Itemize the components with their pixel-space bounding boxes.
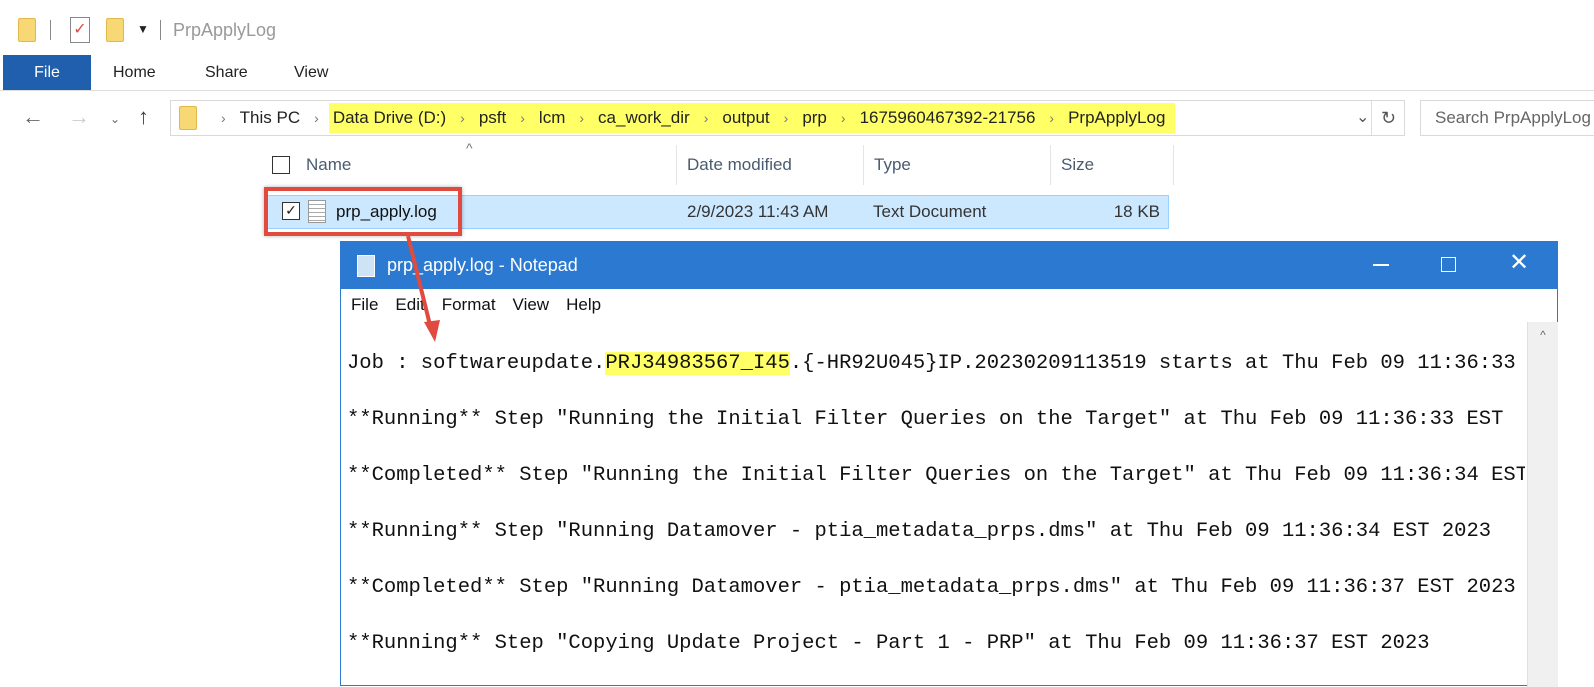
notepad-menu-bar: File Edit Format View Help — [341, 289, 1557, 321]
divider — [160, 20, 161, 40]
file-size: 18 KB — [1113, 202, 1160, 221]
refresh-icon[interactable]: ↻ — [1371, 101, 1405, 135]
menu-help[interactable]: Help — [566, 295, 601, 315]
window-title: PrpApplyLog — [173, 20, 277, 40]
scroll-up-icon[interactable]: ^ — [1528, 322, 1558, 342]
vertical-scrollbar[interactable]: ^ — [1527, 322, 1558, 687]
crumb-data-drive[interactable]: Data Drive (D:) — [329, 108, 450, 128]
search-input[interactable]: Search PrpApplyLog — [1420, 100, 1594, 136]
log-line: **Completed** Step "Running Datamover - … — [347, 576, 1516, 599]
crumb-ca-work-dir[interactable]: ca_work_dir — [594, 108, 694, 128]
divider — [0, 90, 1594, 91]
highlighted-job-id: PRJ34983567_I45 — [605, 352, 790, 375]
file-type: Text Document — [873, 202, 987, 221]
recent-locations-button[interactable]: ⌄ — [110, 112, 120, 126]
crumb-psft[interactable]: psft — [475, 108, 510, 128]
close-button[interactable]: ✕ — [1509, 248, 1529, 277]
crumb-prpapplylog[interactable]: PrpApplyLog — [1064, 108, 1169, 128]
crumb-lcm[interactable]: lcm — [535, 108, 569, 128]
properties-icon[interactable]: ✓ — [70, 17, 90, 43]
crumb-output[interactable]: output — [718, 108, 773, 128]
select-all-checkbox[interactable] — [272, 156, 290, 174]
up-button[interactable]: ↑ — [138, 104, 149, 130]
column-size[interactable]: Size — [1050, 145, 1174, 185]
divider — [50, 20, 51, 40]
crumb-build-id[interactable]: 1675960467392-21756 — [856, 108, 1040, 128]
minimize-button[interactable] — [1373, 264, 1389, 266]
annotation-highlight-box — [264, 187, 462, 236]
tab-share[interactable]: Share — [205, 55, 248, 91]
notepad-window: prp_apply.log - Notepad ✕ File Edit Form… — [340, 241, 1558, 687]
new-folder-icon[interactable] — [106, 18, 124, 42]
file-date: 2/9/2023 11:43 AM — [687, 202, 829, 221]
notepad-text-area[interactable]: Job : softwareupdate.PRJ34983567_I45.{-H… — [347, 322, 1525, 687]
forward-button[interactable]: → — [68, 104, 90, 130]
menu-edit[interactable]: Edit — [395, 295, 424, 315]
column-name[interactable]: Name — [296, 145, 676, 185]
chevron-down-icon[interactable]: ⌄ — [1356, 107, 1369, 127]
maximize-button[interactable] — [1441, 257, 1456, 272]
log-line: **Running** Step "Copying Update Project… — [347, 632, 1430, 655]
tab-file[interactable]: File — [3, 55, 91, 91]
crumb-this-pc[interactable]: This PC — [236, 108, 304, 128]
customize-dropdown-icon[interactable]: ▼ — [137, 22, 149, 36]
back-button[interactable]: ← — [22, 104, 44, 130]
log-line: Job : softwareupdate.PRJ34983567_I45.{-H… — [347, 352, 1516, 375]
log-line: **Running** Step "Running Datamover - pt… — [347, 520, 1492, 543]
folder-icon — [179, 106, 197, 130]
log-line: **Running** Step "Running the Initial Fi… — [347, 408, 1504, 431]
address-bar[interactable]: › This PC › Data Drive (D:) › psft › lcm › … — [170, 100, 1405, 136]
tab-home[interactable]: Home — [113, 55, 156, 91]
folder-icon — [18, 18, 36, 42]
notepad-title: prp_apply.log - Notepad — [387, 255, 578, 275]
menu-file[interactable]: File — [351, 295, 378, 315]
breadcrumb: › This PC › Data Drive (D:) › psft › lcm › … — [211, 101, 1176, 135]
column-date-modified[interactable]: Date modified — [676, 145, 863, 185]
menu-format[interactable]: Format — [442, 295, 496, 315]
notepad-title-bar[interactable]: prp_apply.log - Notepad ✕ — [341, 242, 1557, 289]
tab-view[interactable]: View — [294, 55, 328, 91]
menu-view[interactable]: View — [513, 295, 550, 315]
column-type[interactable]: Type — [863, 145, 1050, 185]
crumb-prp[interactable]: prp — [798, 108, 831, 128]
notepad-icon — [357, 255, 375, 277]
log-line: **Completed** Step "Running the Initial … — [347, 464, 1525, 487]
